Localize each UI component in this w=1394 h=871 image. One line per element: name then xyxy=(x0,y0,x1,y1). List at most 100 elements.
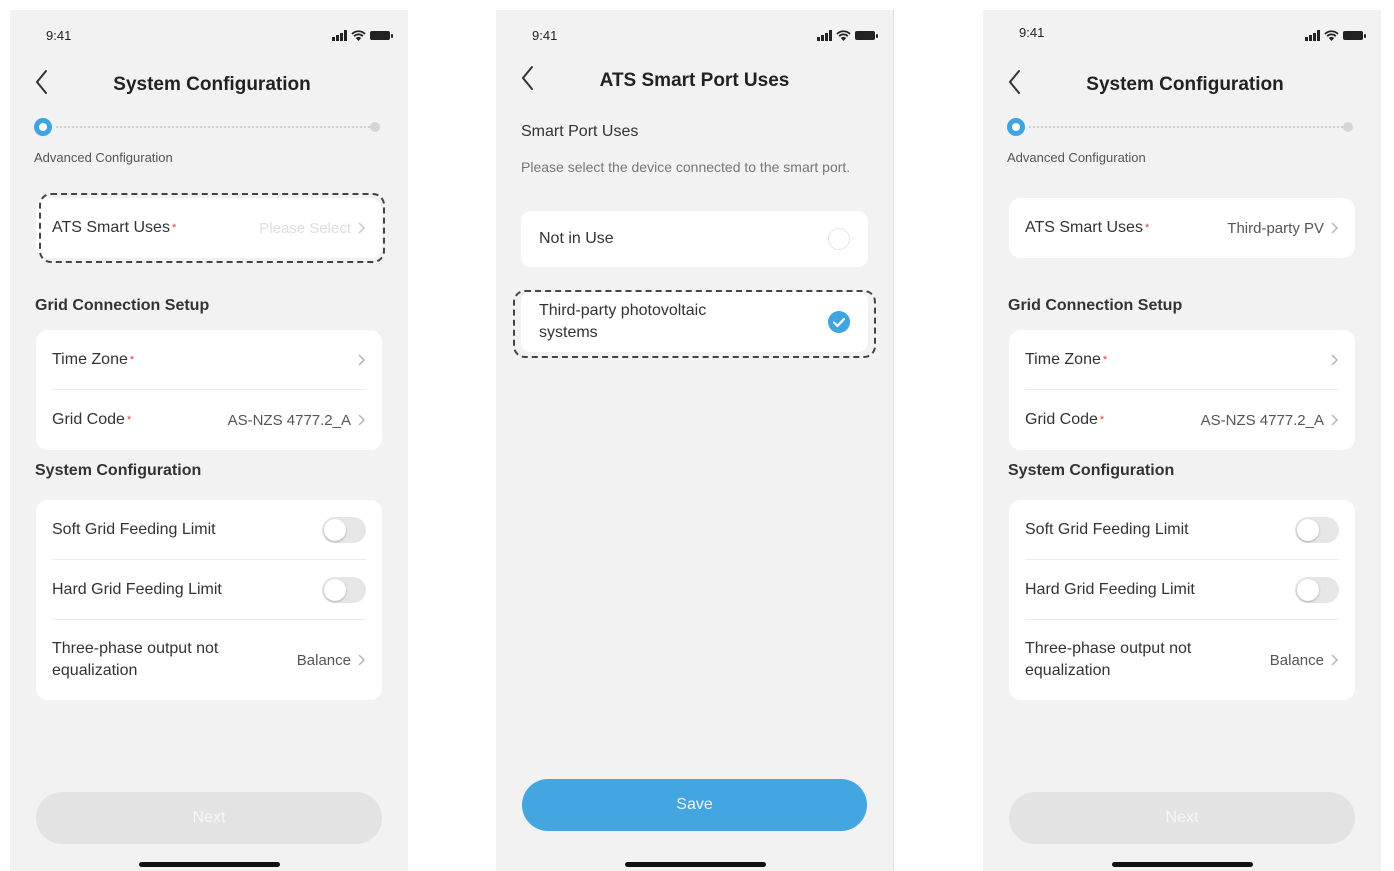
system-configuration-section-title: System Configuration xyxy=(35,462,202,479)
required-mark: * xyxy=(1099,414,1105,426)
page-title: System Configuration xyxy=(113,74,311,95)
step-label: Advanced Configuration xyxy=(1007,150,1146,165)
home-indicator xyxy=(139,862,280,867)
home-indicator xyxy=(625,862,766,867)
grid-connection-card: Time Zone * Grid Code * AS-NZS 4777.2_A xyxy=(36,330,382,450)
status-time: 9:41 xyxy=(532,28,558,43)
current-step-indicator xyxy=(34,118,52,136)
step-progress xyxy=(1007,118,1353,136)
time-zone-label: Time Zone * xyxy=(1025,350,1108,368)
home-indicator xyxy=(1112,862,1253,867)
three-phase-label: Three-phase output not equalization xyxy=(52,640,219,679)
ats-smart-uses-label: ATS Smart Uses * xyxy=(1025,219,1150,236)
signal-icon xyxy=(1305,29,1320,41)
highlight-option-outline xyxy=(513,290,876,358)
grid-code-value: AS-NZS 4777.2_A xyxy=(228,412,366,429)
chevron-right-icon xyxy=(358,654,366,666)
three-phase-row[interactable]: Three-phase output not equalization Bala… xyxy=(1025,620,1339,700)
status-time: 9:41 xyxy=(46,28,72,43)
final-step-indicator xyxy=(370,122,380,132)
hard-grid-limit-label: Hard Grid Feeding Limit xyxy=(1025,580,1195,598)
signal-icon xyxy=(817,29,832,41)
grid-code-label: Grid Code * xyxy=(1025,411,1105,428)
time-zone-value xyxy=(1330,353,1339,367)
signal-icon xyxy=(332,29,347,41)
soft-grid-limit-label: Soft Grid Feeding Limit xyxy=(1025,520,1189,538)
grid-connection-section-title: Grid Connection Setup xyxy=(1008,297,1183,314)
required-mark: * xyxy=(1144,222,1150,234)
current-step-indicator xyxy=(1007,118,1025,136)
battery-icon xyxy=(1343,30,1366,40)
smart-port-uses-heading: Smart Port Uses xyxy=(521,123,639,140)
option-not-in-use[interactable]: Not in Use xyxy=(521,211,868,267)
chevron-right-icon xyxy=(1331,222,1339,234)
system-configuration-card: Soft Grid Feeding Limit Hard Grid Feedin… xyxy=(36,500,382,700)
grid-connection-card: Time Zone * Grid Code * AS-NZS 4777.2_A xyxy=(1009,330,1355,450)
wifi-icon xyxy=(1324,29,1339,41)
chevron-right-icon xyxy=(1331,414,1339,426)
three-phase-row[interactable]: Three-phase output not equalization Bala… xyxy=(52,620,366,700)
ats-smart-uses-value: Third-party PV xyxy=(1227,220,1339,237)
option-label: Not in Use xyxy=(539,230,614,247)
status-time: 9:41 xyxy=(1019,25,1045,40)
chevron-right-icon xyxy=(1331,353,1339,366)
final-step-indicator xyxy=(1343,122,1353,132)
screen-system-configuration-initial: 9:41 System Configuration Advanced Confi… xyxy=(10,10,408,871)
smart-port-uses-description: Please select the device connected to th… xyxy=(521,159,851,175)
required-mark: * xyxy=(126,414,132,426)
chevron-right-icon xyxy=(358,353,366,366)
highlight-ats-outline xyxy=(39,193,385,263)
battery-icon xyxy=(855,30,878,40)
grid-code-row[interactable]: Grid Code * AS-NZS 4777.2_A xyxy=(52,390,366,450)
status-bar: 9:41 xyxy=(522,28,878,44)
time-zone-value xyxy=(357,353,366,367)
system-configuration-card: Soft Grid Feeding Limit Hard Grid Feedin… xyxy=(1009,500,1355,700)
step-progress xyxy=(34,118,380,136)
next-button[interactable]: Next xyxy=(1009,792,1355,844)
radio-unselected-icon[interactable] xyxy=(828,228,850,250)
grid-code-label: Grid Code * xyxy=(52,411,132,428)
step-label: Advanced Configuration xyxy=(34,150,173,165)
wifi-icon xyxy=(351,29,366,41)
status-icons xyxy=(1305,28,1366,42)
three-phase-value: Balance xyxy=(297,652,366,669)
soft-grid-limit-toggle[interactable] xyxy=(1295,516,1339,543)
grid-connection-section-title: Grid Connection Setup xyxy=(35,297,210,314)
three-phase-label: Three-phase output not equalization xyxy=(1025,640,1192,679)
grid-code-row[interactable]: Grid Code * AS-NZS 4777.2_A xyxy=(1025,390,1339,450)
wifi-icon xyxy=(836,29,851,41)
hard-grid-limit-label: Hard Grid Feeding Limit xyxy=(52,580,222,598)
status-bar: 9:41 xyxy=(36,28,393,44)
system-configuration-section-title: System Configuration xyxy=(1008,462,1175,479)
time-zone-label: Time Zone * xyxy=(52,350,135,368)
hard-grid-limit-row: Hard Grid Feeding Limit xyxy=(1025,560,1339,620)
hard-grid-limit-toggle[interactable] xyxy=(1295,576,1339,603)
soft-grid-limit-row: Soft Grid Feeding Limit xyxy=(52,500,366,560)
step-progress-track xyxy=(1029,126,1343,128)
soft-grid-limit-row: Soft Grid Feeding Limit xyxy=(1025,500,1339,560)
time-zone-row[interactable]: Time Zone * xyxy=(1025,330,1339,390)
step-progress-track xyxy=(56,126,370,128)
screen-system-configuration-selected: 9:41 System Configuration Advanced Confi… xyxy=(983,10,1381,871)
soft-grid-limit-label: Soft Grid Feeding Limit xyxy=(52,520,216,538)
battery-icon xyxy=(370,30,393,40)
page-title: System Configuration xyxy=(1086,74,1284,95)
required-mark: * xyxy=(1102,353,1108,366)
hard-grid-limit-row: Hard Grid Feeding Limit xyxy=(52,560,366,620)
status-bar: 9:41 xyxy=(1009,25,1366,44)
grid-code-value: AS-NZS 4777.2_A xyxy=(1201,412,1339,429)
soft-grid-limit-toggle[interactable] xyxy=(322,516,366,543)
chevron-right-icon xyxy=(1331,654,1339,666)
time-zone-row[interactable]: Time Zone * xyxy=(52,330,366,390)
ats-smart-uses-row[interactable]: ATS Smart Uses * Third-party PV xyxy=(1025,198,1339,258)
screen-ats-smart-port-uses: 9:41 ATS Smart Port Uses Smart Port Uses… xyxy=(496,10,894,871)
hard-grid-limit-toggle[interactable] xyxy=(322,576,366,603)
save-button[interactable]: Save xyxy=(522,779,867,831)
three-phase-value: Balance xyxy=(1270,652,1339,669)
page-title: ATS Smart Port Uses xyxy=(599,70,790,91)
next-button[interactable]: Next xyxy=(36,792,382,844)
status-icons xyxy=(332,28,393,42)
status-icons xyxy=(817,28,878,42)
chevron-right-icon xyxy=(358,414,366,426)
required-mark: * xyxy=(129,353,135,366)
